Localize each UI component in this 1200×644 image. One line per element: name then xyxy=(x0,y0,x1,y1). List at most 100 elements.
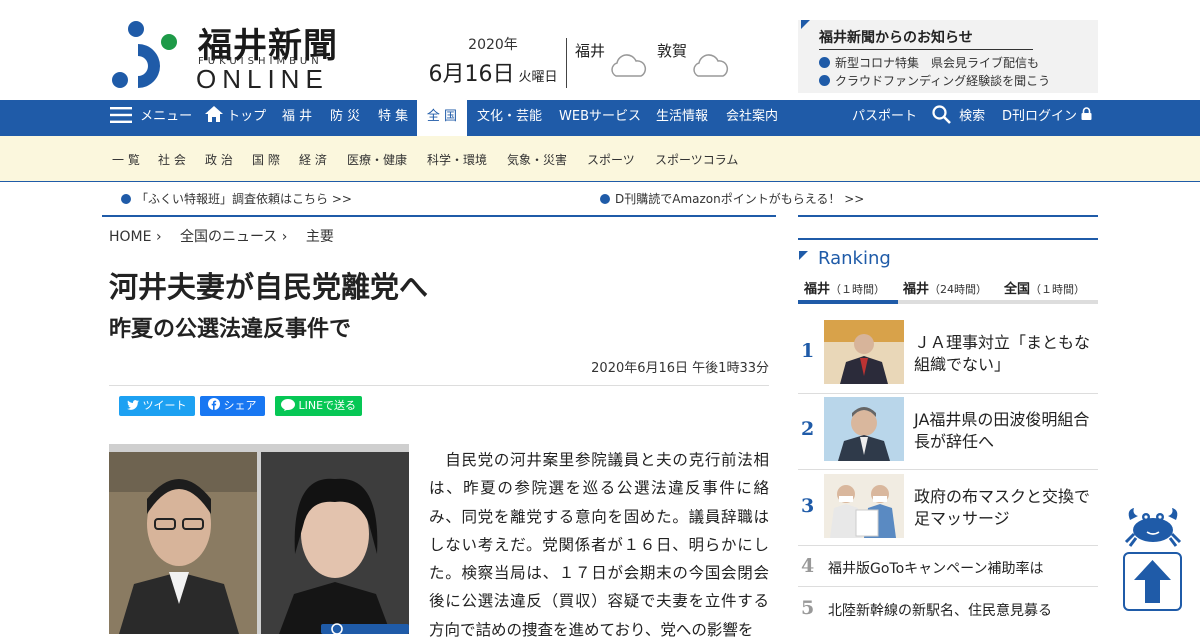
crab-mascot-icon xyxy=(1124,508,1182,547)
menu-label: メニュー xyxy=(140,109,193,124)
search-button[interactable]: 検索 xyxy=(932,100,985,136)
article-photo[interactable] xyxy=(109,444,409,634)
nav-item-zenkoku[interactable]: 全 国 xyxy=(417,100,467,136)
tab-span: （24時間） xyxy=(929,283,988,296)
tab-span: （１時間） xyxy=(1030,283,1086,296)
divider xyxy=(798,393,1098,394)
search-icon xyxy=(932,105,951,124)
nav-item-tokushu[interactable]: 特 集 xyxy=(378,100,408,136)
tab-span: （１時間） xyxy=(830,283,886,296)
date-md-text: 6月16日 xyxy=(428,62,515,87)
ranking-tab-fukui-1h[interactable]: 福井（１時間） xyxy=(804,278,885,297)
notice-item-label: クラウドファンディング経験談を聞こう xyxy=(835,74,1051,88)
subnav-item-health[interactable]: 医療・健康 xyxy=(347,151,407,168)
nav-item-life[interactable]: 生活情報 xyxy=(656,100,708,136)
ranking-tab-national-1h[interactable]: 全国（１時間） xyxy=(1004,278,1085,297)
breadcrumb-national[interactable]: 全国のニュース › xyxy=(180,229,287,245)
subnav-item-international[interactable]: 国 際 xyxy=(252,151,280,168)
ranking-tab-indicator xyxy=(798,300,898,304)
subnav-item-sports-column[interactable]: スポーツコラム xyxy=(655,151,738,168)
breadcrumb-main[interactable]: 主要 xyxy=(306,229,334,245)
back-to-top-button[interactable] xyxy=(1123,552,1182,611)
search-label: 検索 xyxy=(959,109,986,124)
ticker-link[interactable]: D刊購読でAmazonポイントがもらえる！ >> xyxy=(600,190,864,207)
breadcrumb-home[interactable]: HOME › xyxy=(109,229,162,245)
rank-title[interactable]: ＪＡ理事対立「まともな組織でない」 xyxy=(914,332,1094,376)
article-photo-image xyxy=(109,444,409,634)
notice-title: 福井新聞からのお知らせ xyxy=(819,27,1033,50)
date-year: 2020年 xyxy=(468,37,518,53)
subnav-item-politics[interactable]: 政 治 xyxy=(205,151,233,168)
article-top-rule xyxy=(102,215,776,217)
chevron-right-icon: › xyxy=(155,229,162,245)
corner-marker-icon xyxy=(801,20,810,29)
nav-item-company[interactable]: 会社案内 xyxy=(726,100,778,136)
subnav-item-weather[interactable]: 気象・災害 xyxy=(507,151,567,168)
rank-thumbnail-image xyxy=(824,397,904,461)
hamburger-icon xyxy=(110,107,132,123)
twitter-bird-icon xyxy=(127,400,139,410)
rank-title[interactable]: 福井版GoToキャンペーン補助率は xyxy=(828,558,1043,578)
tweet-button[interactable]: ツイート xyxy=(119,396,195,416)
rank-thumbnail[interactable] xyxy=(824,397,904,461)
notice-box: 福井新聞からのお知らせ 新型コロナ特集 県会見ライブ配信も クラウドファンディン… xyxy=(798,20,1098,93)
facebook-share-button[interactable]: シェア xyxy=(200,396,265,416)
ranking-tab-fukui-24h[interactable]: 福井（24時間） xyxy=(903,278,987,297)
date-weekday: 火曜日 xyxy=(518,70,558,85)
chevron-right-icon: › xyxy=(281,229,288,245)
nav-item-fukui[interactable]: 福 井 xyxy=(282,100,312,136)
corner-marker-icon xyxy=(799,251,808,260)
article-body: 自民党の河井案里参院議員と夫の克行前法相は、昨夏の参院選を巡る公選法違反事件に絡… xyxy=(429,451,769,639)
logo-online: ONLINE xyxy=(196,64,329,94)
date-divider xyxy=(566,38,567,88)
nav-item-bousai[interactable]: 防 災 xyxy=(330,100,360,136)
line-share-button[interactable]: LINEで送る xyxy=(275,396,363,416)
nav-item-culture[interactable]: 文化・芸能 xyxy=(477,100,542,136)
rank-title[interactable]: 政府の布マスクと交換で足マッサージ xyxy=(914,486,1094,530)
divider xyxy=(798,469,1098,470)
rank-number: 3 xyxy=(801,495,815,517)
facebook-icon xyxy=(208,398,220,410)
cloud-icon xyxy=(693,54,729,77)
subnav-item-economy[interactable]: 経 済 xyxy=(299,151,327,168)
subnav-item-society[interactable]: 社 会 xyxy=(158,151,186,168)
tweet-label: ツイート xyxy=(142,399,187,412)
publish-date: 2020年6月16日 午後1時33分 xyxy=(591,361,769,376)
divider xyxy=(798,545,1098,546)
menu-button[interactable]: メニュー xyxy=(110,100,192,136)
rank-title[interactable]: JA福井県の田波俊明組合長が辞任へ xyxy=(914,409,1094,453)
subnav-item-science[interactable]: 科学・環境 xyxy=(427,151,487,168)
article-headline: 河井夫妻が自民党離党へ xyxy=(109,270,429,304)
notice-item[interactable]: 新型コロナ特集 県会見ライブ配信も xyxy=(819,54,1039,71)
ticker-link[interactable]: 「ふくい特報班」調査依頼はこちら >> xyxy=(121,190,352,207)
notice-item-label: 新型コロナ特集 県会見ライブ配信も xyxy=(835,56,1040,70)
ticker-label: 「ふくい特報班」調査依頼はこちら >> xyxy=(136,192,352,206)
logo-mark-icon xyxy=(112,21,177,88)
home-icon xyxy=(205,106,223,122)
breadcrumb-label: 全国のニュース xyxy=(180,229,278,245)
subnav-item-sports[interactable]: スポーツ xyxy=(587,151,635,168)
rank-title[interactable]: 北陸新幹線の新駅名、住民意見募る xyxy=(828,600,1052,620)
login-label: D刊ログイン xyxy=(1002,109,1078,124)
login-button[interactable]: D刊ログイン xyxy=(1002,100,1092,136)
weather-city-tsuruga: 敦賀 xyxy=(657,42,688,60)
nav-item-top[interactable]: トップ xyxy=(205,100,266,136)
sidebar-top-rule xyxy=(798,215,1098,217)
rank-thumbnail[interactable] xyxy=(824,474,904,538)
ticker-label: D刊購読でAmazonポイントがもらえる！ >> xyxy=(615,192,865,206)
cloud-icon xyxy=(611,54,647,77)
tab-name: 全国 xyxy=(1004,282,1031,297)
bullet-icon xyxy=(819,75,830,86)
rank-number: 5 xyxy=(801,597,815,619)
passport-link[interactable]: パスポート xyxy=(852,100,917,136)
bullet-icon xyxy=(819,57,830,68)
rank-thumbnail-image xyxy=(824,320,904,384)
subnav-item-list[interactable]: 一 覧 xyxy=(112,151,140,168)
rank-thumbnail[interactable] xyxy=(824,320,904,384)
nav-item-webservice[interactable]: WEBサービス xyxy=(559,100,641,136)
notice-item[interactable]: クラウドファンディング経験談を聞こう xyxy=(819,72,1050,89)
site-logo[interactable]: 福井新聞 FUKUISHIMBUN ONLINE xyxy=(112,20,362,94)
date-display: 2020年 6月16日 火曜日 xyxy=(420,34,566,88)
nav-item-label: トップ xyxy=(227,109,267,124)
lock-icon xyxy=(1081,107,1092,120)
